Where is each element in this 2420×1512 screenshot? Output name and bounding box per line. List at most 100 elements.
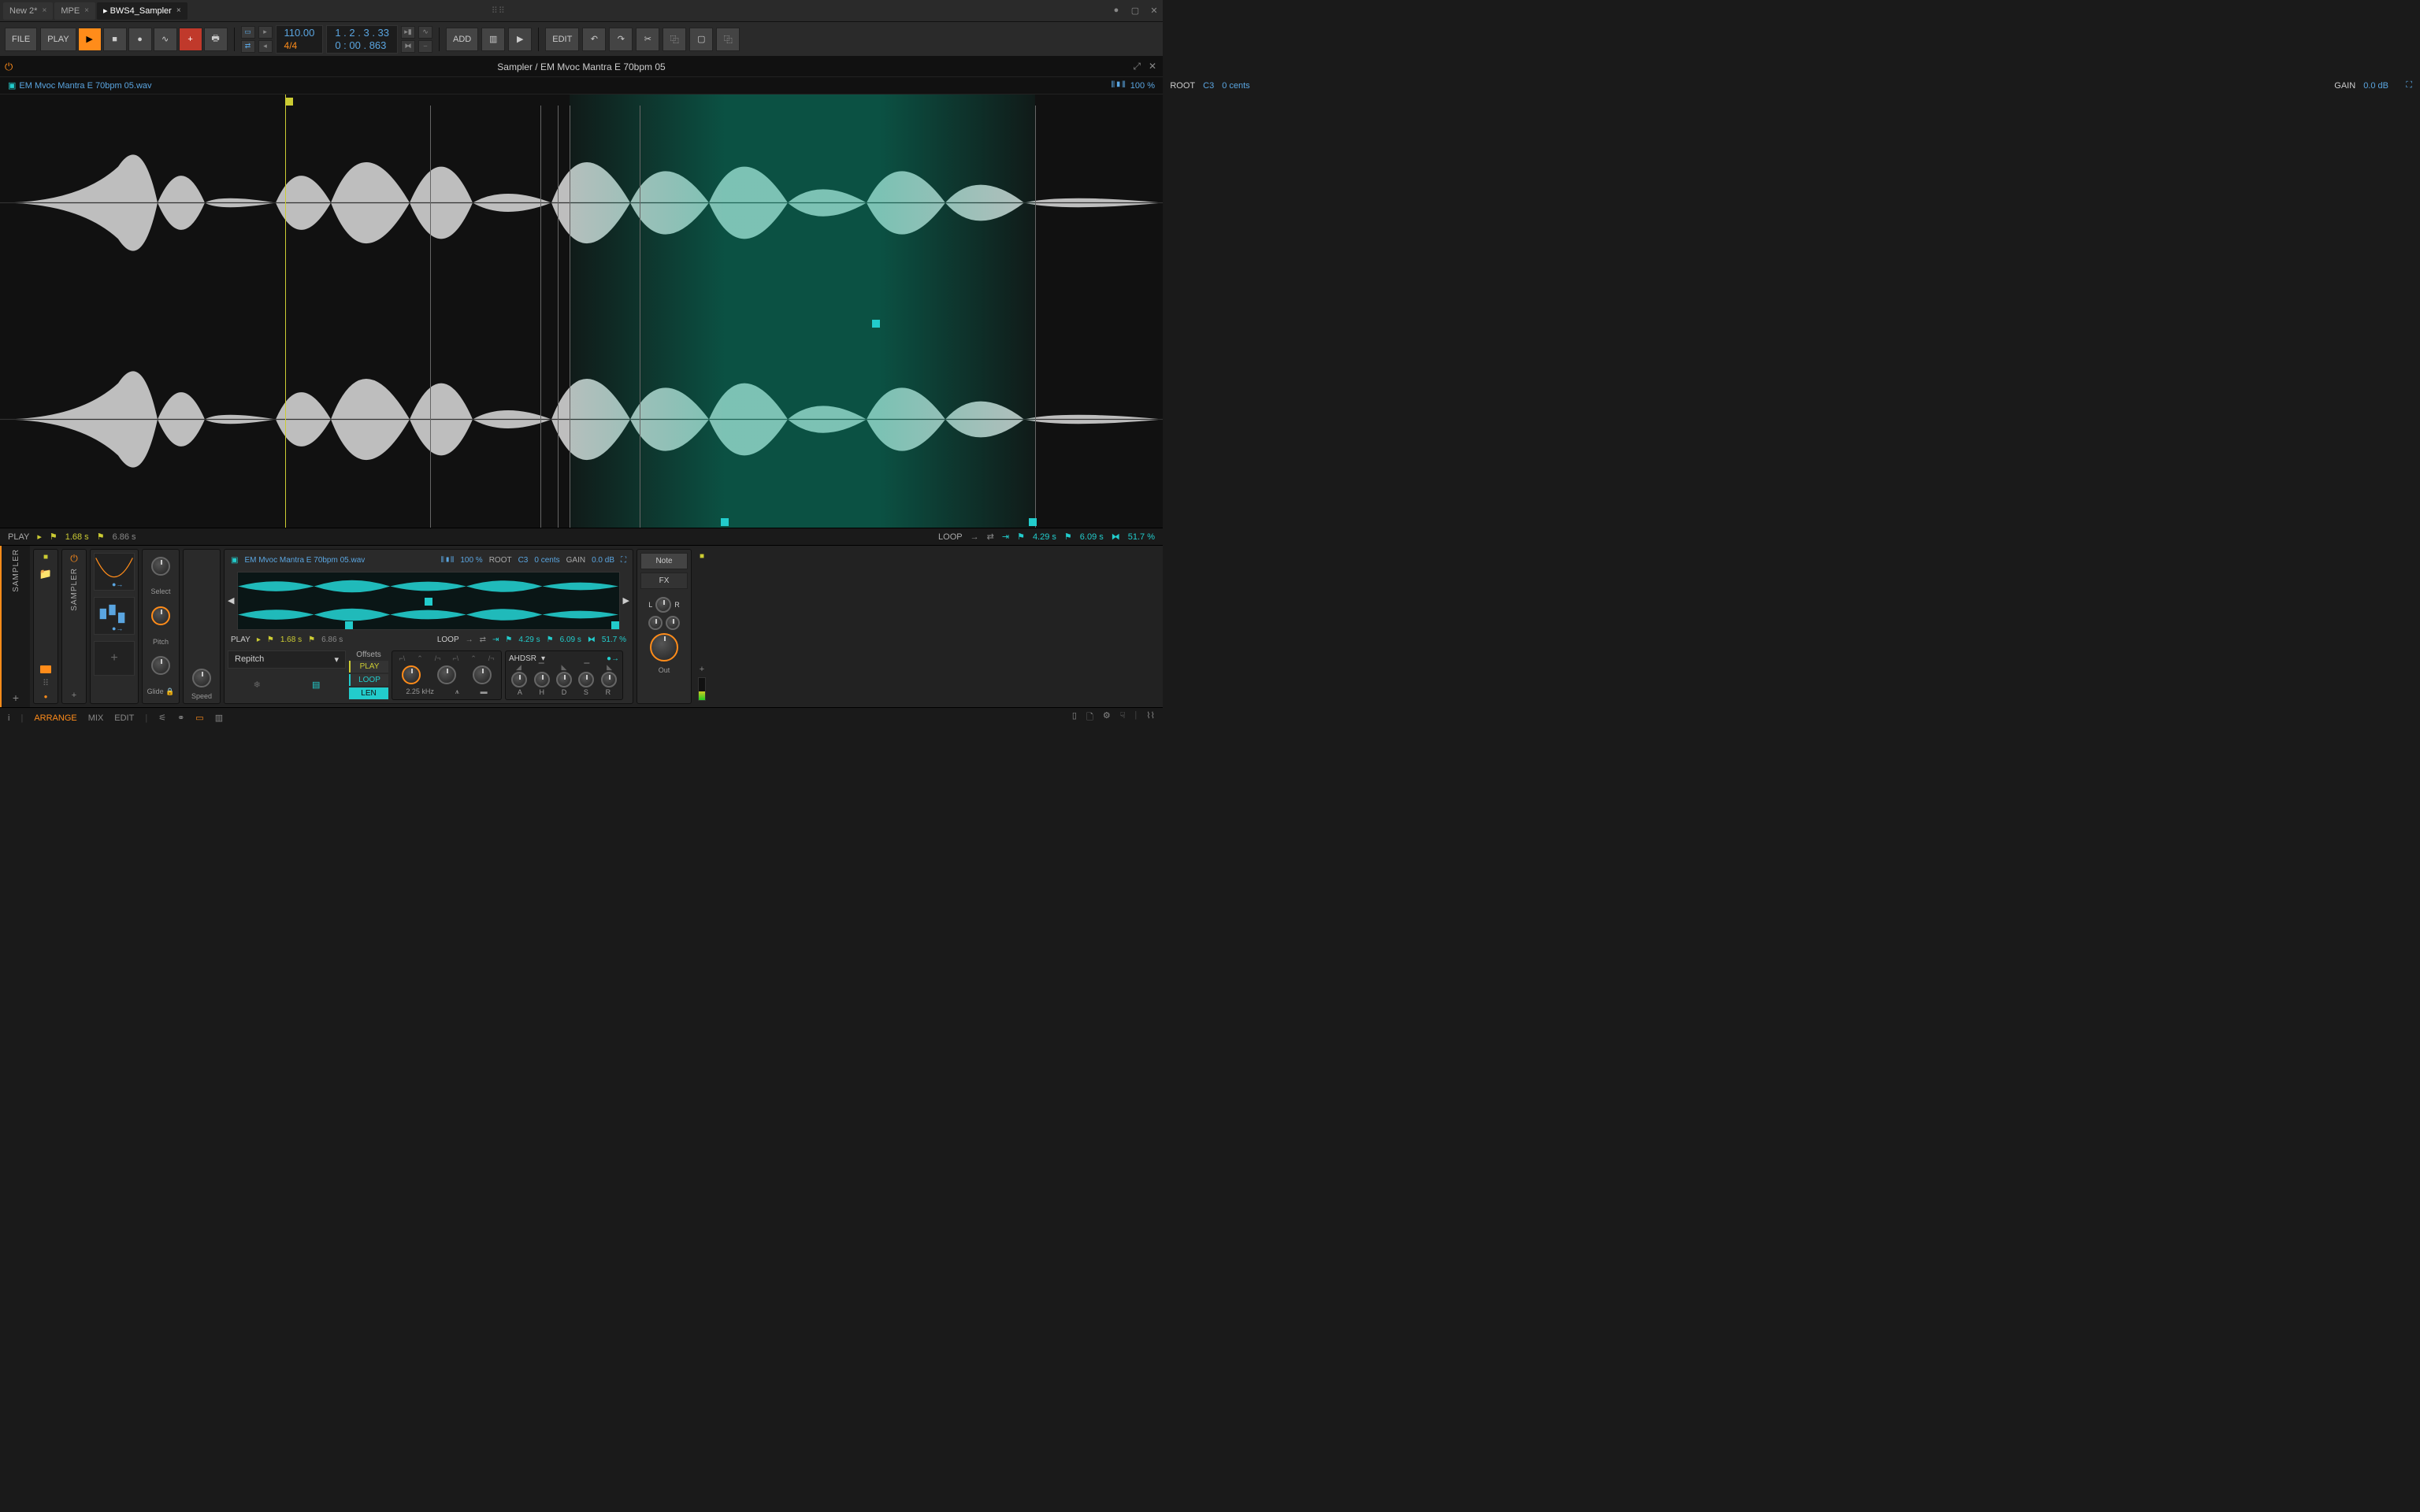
loop-end-flag-icon[interactable]: ⚑	[1064, 532, 1072, 542]
record-button[interactable]: ●	[128, 28, 152, 51]
filter-bp-icon[interactable]: ⌃	[417, 654, 423, 663]
mini-zoom-icon[interactable]: ⦀▮⦀	[441, 556, 455, 565]
chain-indicator[interactable]: ■	[700, 552, 704, 561]
loop-xfade-value[interactable]: 51.7 %	[1128, 532, 1155, 542]
expand-icon[interactable]	[40, 665, 51, 673]
mini-crop-icon[interactable]: ⛶	[621, 556, 626, 565]
automation-icon[interactable]: ⎯	[418, 40, 432, 53]
prev-sample-icon[interactable]: ◀	[228, 595, 234, 606]
speed-knob[interactable]	[192, 669, 211, 687]
tempo-value[interactable]: 110.00	[284, 27, 315, 39]
project-tab[interactable]: ▸ BWS4_Sampler×	[97, 2, 187, 20]
edit-button[interactable]: EDIT	[545, 28, 579, 51]
play-start-value[interactable]: 1.68 s	[65, 532, 89, 542]
multisample-grid[interactable]: ●→	[94, 597, 135, 635]
mini-play-fw-icon[interactable]: ▸	[257, 636, 261, 644]
copy-button[interactable]: ⿻	[663, 28, 686, 51]
gain-value[interactable]: 0.0 dB	[2363, 81, 2388, 91]
chain-add-icon[interactable]: +	[700, 665, 704, 674]
file-panel-icon[interactable]: 🗋	[1086, 710, 1093, 725]
mini-loop-end[interactable]: 6.09 s	[560, 636, 581, 644]
stop-button[interactable]: ■	[103, 28, 127, 51]
next-sample-icon[interactable]: ▶	[623, 595, 629, 606]
mini-loop-snap-icon[interactable]: ⇥	[492, 636, 499, 644]
device-panel-icon[interactable]: ▭	[195, 713, 203, 723]
mini-root-note[interactable]: C3	[518, 556, 529, 565]
filter-lp-icon[interactable]: ⌐\	[399, 654, 405, 663]
root-note[interactable]: C3	[1203, 81, 1214, 91]
pitch-knob[interactable]	[151, 606, 170, 625]
mini-filename[interactable]: EM Mvoc Mantra E 70bpm 05.wav	[244, 556, 365, 565]
xfade-icon[interactable]: ⧓	[1112, 532, 1120, 542]
link-icon[interactable]: ∿	[418, 26, 432, 39]
play-start-marker[interactable]	[285, 94, 286, 528]
popout-icon[interactable]: ⤢	[1133, 61, 1141, 72]
close-icon[interactable]: ×	[176, 6, 181, 15]
mini-loop-pp-icon[interactable]: ⇄	[480, 636, 486, 644]
add-button[interactable]: ADD	[446, 28, 478, 51]
filter-keytrack-icon[interactable]: ⩚	[455, 687, 459, 696]
env-shape-d-icon[interactable]: ◣	[562, 663, 567, 672]
loop-dir-icon[interactable]: →	[971, 532, 979, 542]
aux1-knob[interactable]	[648, 616, 663, 630]
filter-res-knob[interactable]	[437, 665, 456, 684]
close-icon[interactable]: ×	[84, 6, 89, 15]
keyboard-icon[interactable]: ⌇⌇	[1146, 710, 1155, 725]
freeze-icon[interactable]: ❄	[254, 680, 261, 690]
filter-drive-knob[interactable]	[473, 665, 492, 684]
mini-loop-flag-icon[interactable]: ⚑	[505, 636, 512, 644]
offset-play-button[interactable]: PLAY	[349, 661, 388, 673]
folder-icon[interactable]: 📁	[39, 568, 52, 580]
loop-snap-icon[interactable]: ⇥	[1002, 532, 1009, 542]
filter-lp2-icon[interactable]: ⌐\	[452, 654, 458, 663]
waveform-editor[interactable]	[0, 94, 1163, 528]
env-s-knob[interactable]	[578, 672, 594, 687]
mini-play-flag2-icon[interactable]: ⚑	[308, 636, 315, 644]
mini-zoom[interactable]: 100 %	[460, 556, 482, 565]
root-cents[interactable]: 0 cents	[1222, 81, 1249, 91]
mini-root-cents[interactable]: 0 cents	[534, 556, 559, 565]
power-icon[interactable]: ⏻	[5, 61, 13, 73]
mini-xfade-handle[interactable]	[425, 598, 432, 606]
automation-write-button[interactable]: ∿	[154, 28, 177, 51]
play-end-value[interactable]: 6.86 s	[113, 532, 136, 542]
paste-button[interactable]: ▢	[689, 28, 713, 51]
piano-icon[interactable]: ▥	[481, 28, 505, 51]
filter-env-icon[interactable]: ▬	[481, 687, 488, 696]
loop-end-line[interactable]	[1035, 106, 1036, 528]
aux2-knob[interactable]	[666, 616, 680, 630]
env-shape-s-icon[interactable]: ▔	[584, 663, 589, 672]
env-shape-r-icon[interactable]: ◣	[607, 663, 612, 672]
pitch-curve[interactable]: ●→	[94, 553, 135, 591]
add-device-icon[interactable]: +	[13, 691, 19, 704]
mod-icon[interactable]: ⚭	[177, 713, 184, 723]
export-button[interactable]: 🖶	[204, 28, 228, 51]
note-tab-button[interactable]: Note	[640, 553, 688, 569]
offset-loop-button[interactable]: LOOP	[349, 674, 388, 686]
env-d-knob[interactable]	[556, 672, 572, 687]
filter-freq-value[interactable]: 2.25 kHz	[406, 687, 434, 696]
out-gain-knob[interactable]	[650, 633, 678, 662]
loop-end-value[interactable]: 6.09 s	[1080, 532, 1104, 542]
preroll-icon[interactable]: ▸▮	[401, 26, 415, 39]
loop-start-flag-icon[interactable]: ⚑	[1017, 532, 1025, 542]
touch-icon[interactable]: ☟	[1120, 710, 1126, 725]
ahdsr-label[interactable]: AHDSR	[509, 654, 536, 663]
close-window-icon[interactable]: ✕	[1149, 6, 1160, 16]
env-shape-a-icon[interactable]: ◢	[516, 663, 521, 672]
env-shape-h-icon[interactable]: ▔	[539, 663, 544, 672]
browser-icon[interactable]: ▯	[1072, 710, 1077, 725]
maximize-icon[interactable]: ▢	[1130, 6, 1141, 16]
duplicate-button[interactable]: ⿻	[716, 28, 740, 51]
project-tab[interactable]: MPE×	[54, 2, 95, 20]
fx-tab-button[interactable]: FX	[640, 573, 688, 589]
ram-icon[interactable]: ▤	[312, 680, 320, 690]
play-start-handle[interactable]	[285, 98, 293, 106]
mini-play-flag-icon[interactable]: ⚑	[267, 636, 274, 644]
filter-hp2-icon[interactable]: /¬	[488, 654, 495, 663]
loop-end-handle[interactable]	[1029, 518, 1037, 526]
mini-gain-value[interactable]: 0.0 dB	[592, 556, 614, 565]
inner-power-icon[interactable]: ⏻	[70, 553, 78, 565]
cut-button[interactable]: ✂	[636, 28, 659, 51]
edit-view-button[interactable]: EDIT	[114, 713, 134, 723]
